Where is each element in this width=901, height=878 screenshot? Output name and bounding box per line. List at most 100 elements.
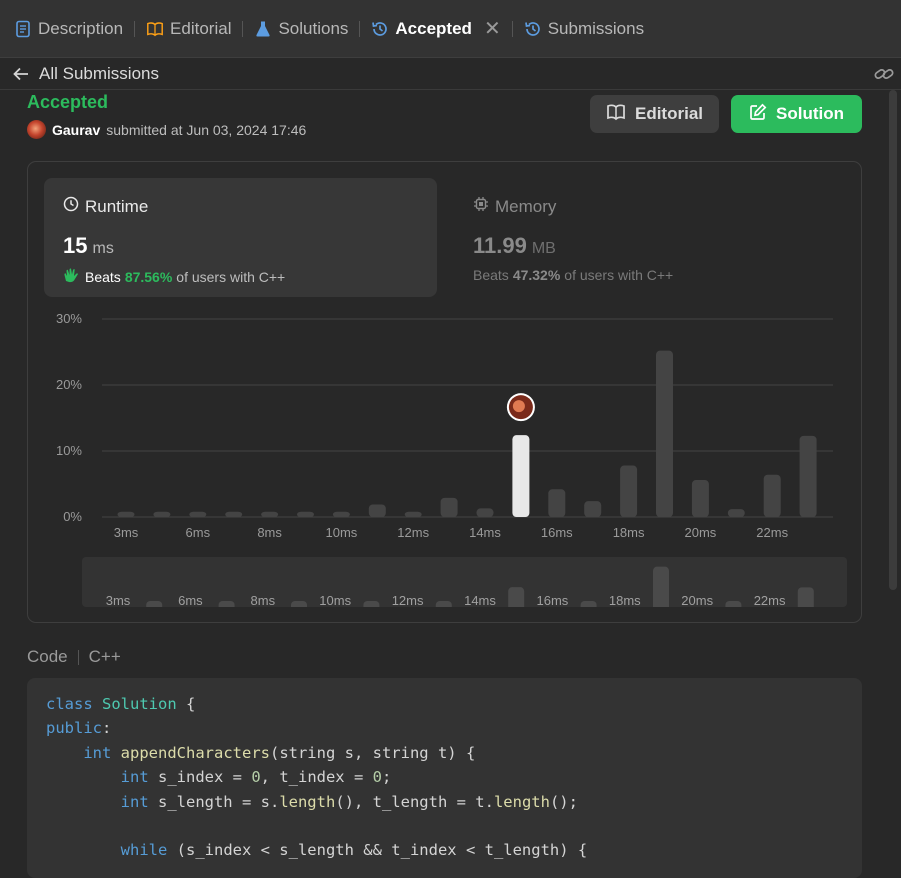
- chart-range-navigator[interactable]: 3ms 6ms 8ms 10ms 12ms 14ms 16ms 18ms 20ms 22ms: [82, 557, 847, 607]
- x-tick-label: 16ms: [541, 525, 573, 540]
- submission-status: Accepted: [27, 92, 109, 112]
- runtime-distribution-chart[interactable]: 30% 20% 10% 0% 3ms 6ms 8ms 10ms 12ms 14ms 16ms 18ms…: [28, 162, 861, 622]
- tab-submissions[interactable]: Submissions: [524, 0, 644, 57]
- bar: [620, 465, 638, 517]
- scrollbar[interactable]: [889, 90, 897, 590]
- highlight-bar: [512, 435, 530, 517]
- tab-label: Accepted: [395, 18, 472, 38]
- tab-label: Submissions: [547, 18, 645, 38]
- bar: [691, 480, 709, 517]
- tab-editorial[interactable]: Editorial: [146, 0, 231, 57]
- code-line: int appendCharacters(string s, string t)…: [83, 743, 476, 762]
- user-name[interactable]: Gaurav: [52, 122, 100, 138]
- bar: [332, 511, 350, 517]
- bar: [297, 511, 314, 517]
- tab-accepted[interactable]: Accepted ✕: [371, 0, 501, 57]
- x-tick-label: 6ms: [186, 525, 211, 540]
- x-tick-label: 10ms: [326, 525, 358, 540]
- mini-bar: [435, 601, 452, 607]
- solution-button-label: Solution: [776, 104, 844, 123]
- stats-panel: Runtime 15 ms Beats 87.56% of users with …: [27, 161, 862, 623]
- mini-bar: [218, 601, 235, 607]
- history-icon: [524, 20, 542, 38]
- close-icon[interactable]: ✕: [484, 16, 501, 41]
- avatar-marker-detail: [512, 400, 525, 413]
- x-tick-label: 14ms: [469, 525, 501, 540]
- bar: [763, 474, 781, 517]
- tab-label: Solutions: [278, 18, 349, 38]
- mini-tick-label: 14ms: [464, 593, 496, 607]
- mini-bar: [363, 601, 380, 607]
- tab-label: Editorial: [170, 18, 232, 38]
- mini-tick-label: 12ms: [392, 593, 424, 607]
- bar: [189, 511, 207, 517]
- solution-button[interactable]: Solution: [731, 95, 862, 133]
- tab-description[interactable]: Description: [14, 0, 123, 57]
- bar: [727, 509, 745, 517]
- y-tick-label: 10%: [56, 443, 82, 458]
- divider: [359, 20, 361, 37]
- y-tick-label: 30%: [56, 311, 82, 326]
- y-tick-label: 0%: [63, 509, 82, 524]
- flask-icon: [254, 20, 272, 38]
- link-icon[interactable]: [873, 63, 895, 85]
- tab-bar: Description Editorial Solutions Accepted…: [0, 0, 901, 58]
- code-line: int s_length = s.length(), t_length = t.…: [120, 792, 578, 811]
- bar: [476, 508, 494, 517]
- mini-tick-label: 8ms: [251, 593, 276, 607]
- x-tick-label: 8ms: [257, 525, 282, 540]
- mini-tick-label: 22ms: [754, 593, 786, 607]
- editorial-button[interactable]: Editorial: [590, 95, 719, 133]
- bar: [440, 497, 458, 517]
- mini-tick-label: 6ms: [178, 593, 203, 607]
- mini-chart: 3ms 6ms 8ms 10ms 12ms 14ms 16ms 18ms 20ms 22ms: [106, 566, 814, 607]
- submitted-time: submitted at Jun 03, 2024 17:46: [106, 121, 307, 138]
- code-lines: class Solution {public: int appendCharac…: [46, 692, 843, 863]
- book-icon: [146, 20, 164, 38]
- x-tick-label: 22ms: [756, 525, 788, 540]
- tab-label: Description: [38, 18, 124, 38]
- all-submissions-link[interactable]: All Submissions: [39, 64, 159, 84]
- divider: [511, 20, 513, 37]
- bar: [261, 511, 279, 517]
- mini-tick-label: 18ms: [609, 593, 641, 607]
- divider: [77, 649, 79, 665]
- mini-bar: [291, 601, 307, 607]
- bar: [799, 435, 817, 517]
- bar: [584, 501, 602, 517]
- x-tick-label: 3ms: [114, 525, 139, 540]
- book-icon: [606, 103, 626, 126]
- x-tick-label: 20ms: [685, 525, 717, 540]
- code-line: while (s_index < s_length && t_index < t…: [120, 841, 588, 860]
- bar: [225, 511, 243, 517]
- x-tick-label: 18ms: [613, 525, 645, 540]
- bar: [548, 489, 566, 517]
- mini-tick-label: 10ms: [319, 593, 351, 607]
- bar: [117, 511, 135, 517]
- mini-tick-label: 3ms: [106, 593, 131, 607]
- code-header: Code C++: [27, 647, 121, 667]
- editorial-button-label: Editorial: [634, 104, 703, 123]
- tab-solutions[interactable]: Solutions: [254, 0, 348, 57]
- divider: [134, 20, 136, 37]
- y-tick-label: 20%: [56, 377, 82, 392]
- bar: [368, 504, 386, 517]
- edit-icon: [749, 103, 767, 126]
- bar: [153, 511, 171, 517]
- mini-bar: [580, 601, 597, 607]
- mini-tick-label: 20ms: [681, 593, 713, 607]
- mini-bar: [146, 601, 163, 607]
- back-arrow-icon[interactable]: [12, 65, 30, 83]
- mini-bar: [653, 566, 669, 607]
- submission-subheader: All Submissions: [0, 58, 901, 90]
- code-block[interactable]: class Solution {public: int appendCharac…: [27, 678, 862, 878]
- code-line: int s_index = 0, t_index = 0;: [120, 768, 392, 787]
- avatar[interactable]: [27, 120, 46, 139]
- language-label: C++: [88, 647, 121, 666]
- mini-bar: [797, 587, 814, 607]
- mini-bar: [725, 601, 742, 607]
- bar: [404, 511, 422, 517]
- mini-bar: [508, 587, 525, 607]
- submitter-info: Gaurav submitted at Jun 03, 2024 17:46: [27, 120, 306, 139]
